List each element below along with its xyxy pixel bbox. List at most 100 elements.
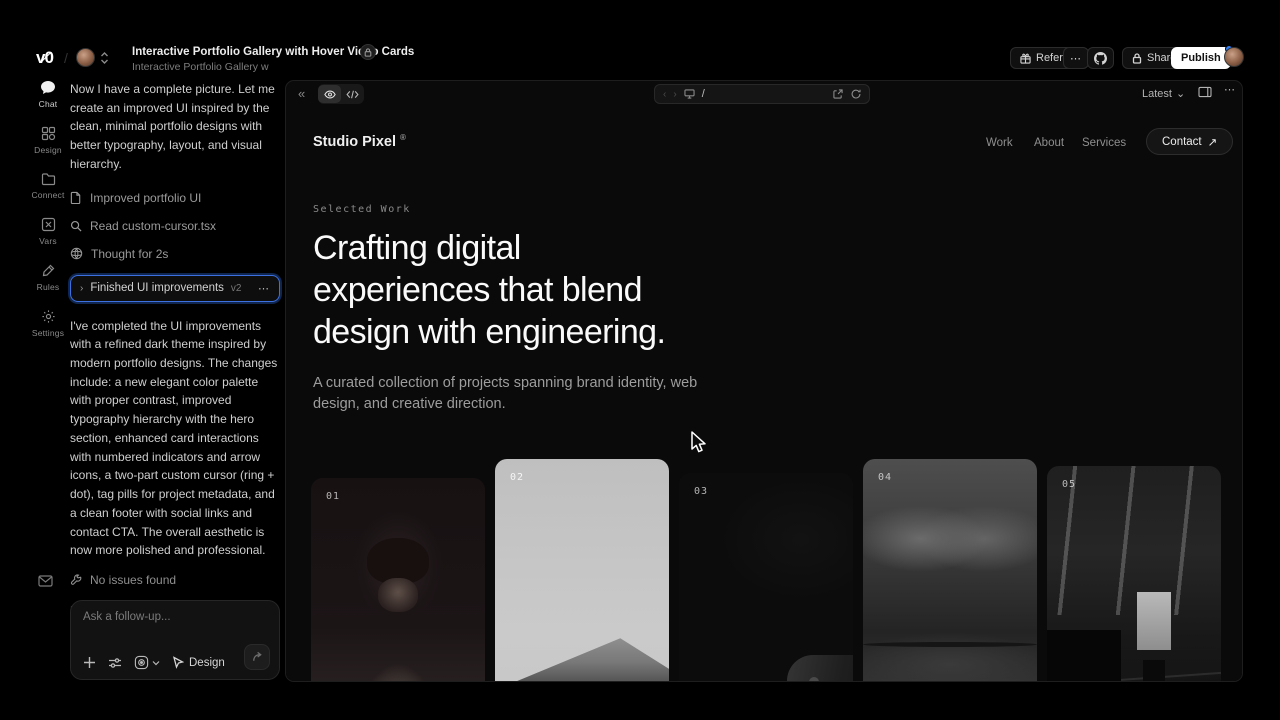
task-row-improved-ui[interactable]: Improved portfolio UI <box>70 191 280 205</box>
sidebar-item-vars[interactable]: Vars <box>28 217 68 246</box>
sidebar-item-design[interactable]: Design <box>28 126 68 155</box>
preview-eye-toggle[interactable] <box>318 85 341 103</box>
design-mode-chip[interactable]: Design <box>172 656 225 669</box>
project-card-1[interactable]: 01 <box>311 478 485 682</box>
site-nav-about[interactable]: About <box>1034 137 1064 149</box>
v0-logo[interactable]: v0∕ <box>36 48 53 68</box>
contact-label: Contact <box>1162 136 1202 148</box>
ellipsis-icon: ⋯ <box>1070 52 1082 65</box>
code-toggle[interactable] <box>341 85 364 103</box>
user-avatar[interactable] <box>1224 47 1244 67</box>
connect-icon <box>41 172 56 186</box>
sidebar-label-design: Design <box>34 145 62 155</box>
search-icon <box>70 220 82 232</box>
project-switcher-icon[interactable] <box>100 51 109 65</box>
collapse-panel-icon[interactable]: « <box>298 86 305 101</box>
preview-menu-icon[interactable]: ⋯ <box>1224 83 1236 96</box>
hero-heading: Crafting digital experiences that blend … <box>313 227 665 353</box>
project-card-3[interactable]: 03 <box>679 473 853 682</box>
github-icon <box>1094 52 1107 65</box>
card-number: 04 <box>878 472 892 483</box>
sidebar-label-chat: Chat <box>39 99 58 109</box>
project-card-2[interactable]: 02 <box>495 459 669 682</box>
task-row-read-file[interactable]: Read custom-cursor.tsx <box>70 219 280 233</box>
task-label: Improved portfolio UI <box>90 191 201 205</box>
breadcrumb-slash: / <box>64 50 68 66</box>
open-external-icon[interactable] <box>833 89 843 99</box>
sidebar-label-connect: Connect <box>31 190 64 200</box>
task-menu-icon[interactable]: ⋯ <box>258 282 270 295</box>
sidebar-item-settings[interactable]: Settings <box>28 309 68 338</box>
back-icon[interactable]: ‹ <box>663 89 666 100</box>
eye-icon <box>324 90 336 99</box>
model-selector[interactable] <box>134 655 160 670</box>
version-label: Latest <box>1142 88 1172 100</box>
sidebar-item-rules[interactable]: Rules <box>28 263 68 292</box>
sidebar-label-vars: Vars <box>39 236 57 246</box>
site-brand[interactable]: Studio Pixel ® <box>313 133 406 150</box>
github-button[interactable] <box>1087 47 1114 69</box>
vars-icon <box>41 217 56 232</box>
design-icon <box>41 126 56 141</box>
sidebar-label-rules: Rules <box>37 282 60 292</box>
brand-mark: ® <box>400 133 406 142</box>
preview-toolbar: « ‹ › / Latest ⌄ <box>286 81 1242 107</box>
assistant-message-2: I've completed the UI improvements with … <box>70 317 280 560</box>
settings-sliders-icon[interactable] <box>108 657 122 669</box>
forward-icon[interactable]: › <box>673 89 676 100</box>
card-number: 05 <box>1062 479 1076 490</box>
chat-composer: Design <box>70 600 280 680</box>
task-label: Read custom-cursor.tsx <box>90 219 216 233</box>
site-nav-services[interactable]: Services <box>1082 137 1126 149</box>
send-button[interactable] <box>244 644 270 670</box>
send-arrow-icon <box>251 651 263 663</box>
finished-task-label: Finished UI improvements <box>90 282 224 294</box>
wrench-icon <box>70 574 82 586</box>
top-bar: v0∕ / Interactive Portfolio Gallery with… <box>0 0 1280 78</box>
version-badge: v2 <box>231 283 242 294</box>
sidebar-item-chat[interactable]: Chat <box>28 80 68 109</box>
device-frame-icon[interactable] <box>1198 86 1212 98</box>
publish-button[interactable]: Publish <box>1171 47 1231 69</box>
mouse-cursor <box>688 431 708 455</box>
card-number: 01 <box>326 491 340 502</box>
task-row-thought[interactable]: Thought for 2s <box>70 247 280 261</box>
feedback-mail-icon[interactable] <box>38 575 53 587</box>
cursor-arrow-icon <box>172 656 184 669</box>
team-avatar[interactable] <box>76 48 95 67</box>
url-path[interactable]: / <box>702 88 705 100</box>
section-eyebrow: Selected Work <box>313 204 411 215</box>
contact-button[interactable]: Contact ↗ <box>1146 128 1233 155</box>
project-card-5[interactable]: 05 <box>1047 466 1221 682</box>
monitor-icon <box>684 89 695 99</box>
site-nav-work[interactable]: Work <box>986 137 1013 149</box>
refer-label: Refer <box>1036 52 1063 64</box>
project-image-fashion-portrait <box>311 478 485 682</box>
gear-icon <box>41 309 56 324</box>
follow-up-input[interactable] <box>83 611 263 623</box>
lock-icon <box>1132 53 1142 64</box>
preview-panel: « ‹ › / Latest ⌄ <box>285 80 1243 682</box>
card-number: 02 <box>510 472 524 483</box>
sidebar-item-connect[interactable]: Connect <box>28 172 68 200</box>
project-image-dark-product <box>679 473 853 682</box>
project-card-4[interactable]: 04 <box>863 459 1037 682</box>
add-attachment-icon[interactable] <box>83 656 96 669</box>
address-bar[interactable]: ‹ › / <box>654 84 870 104</box>
refresh-icon[interactable] <box>851 89 861 99</box>
code-icon <box>346 90 359 99</box>
chat-icon <box>40 80 56 95</box>
more-options-button[interactable]: ⋯ <box>1063 47 1089 69</box>
hero-subheading: A curated collection of projects spannin… <box>313 373 717 415</box>
private-lock-icon <box>360 44 376 60</box>
rules-icon <box>41 263 56 278</box>
gift-icon <box>1020 53 1031 64</box>
version-selector[interactable]: Latest ⌄ <box>1142 87 1185 100</box>
card-number: 03 <box>694 486 708 497</box>
finished-task-card[interactable]: › Finished UI improvements v2 ⋯ <box>70 275 280 302</box>
file-icon <box>70 191 82 204</box>
rendered-site: Studio Pixel ® Work About Services Conta… <box>286 107 1242 682</box>
project-image-car-garage <box>1047 466 1221 682</box>
composer-toolbar: Design <box>83 655 225 670</box>
project-image-architecture <box>495 459 669 682</box>
